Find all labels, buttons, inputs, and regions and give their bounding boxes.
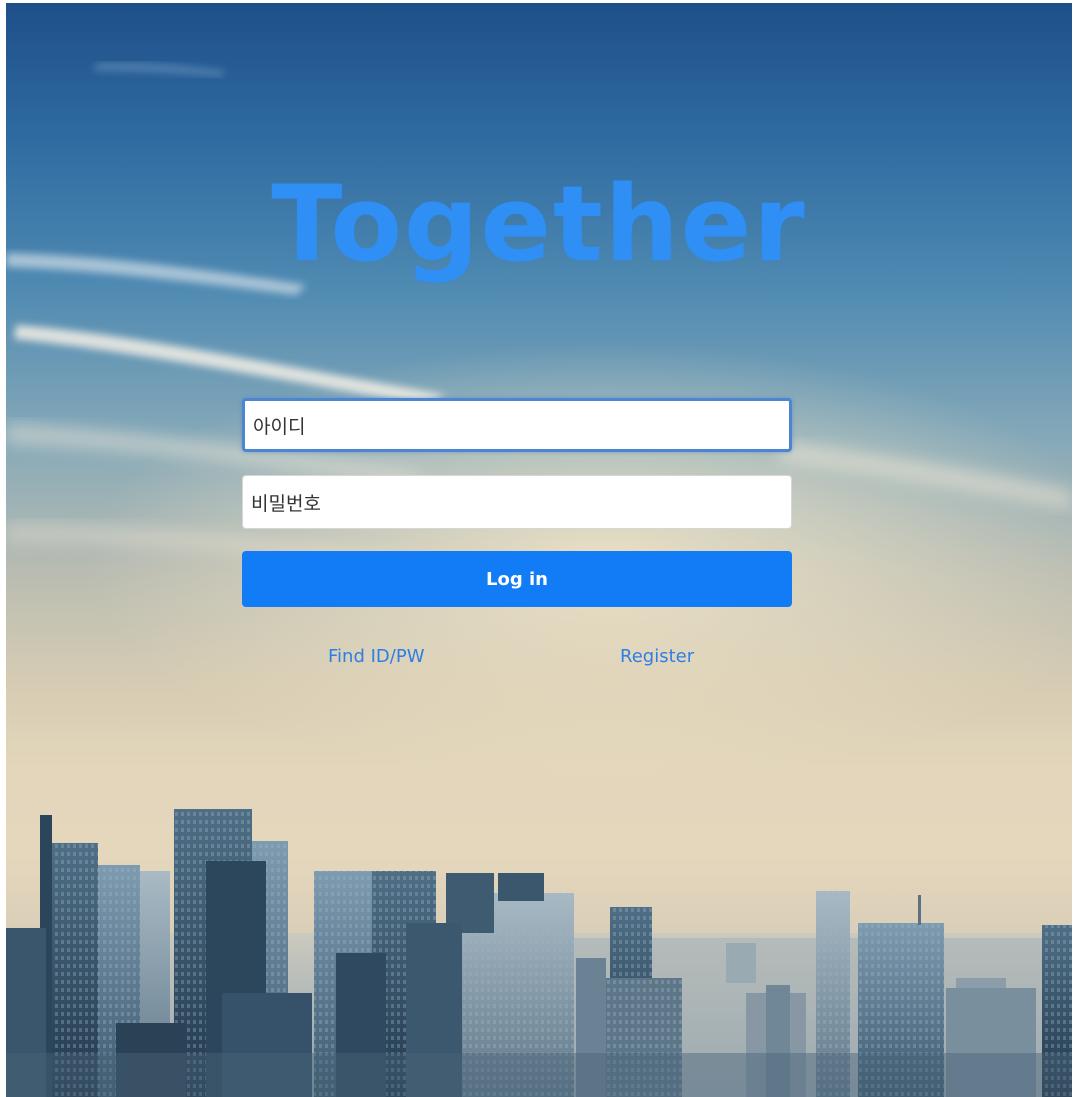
register-link[interactable]: Register [620, 646, 694, 667]
find-id-pw-link[interactable]: Find ID/PW [328, 646, 425, 667]
password-input-placeholder: 비밀번호 [251, 492, 321, 515]
background-cityscape: Together 아이디 비밀번호 Log in Find ID/PW Regi… [6, 3, 1072, 1097]
login-button[interactable]: Log in [242, 551, 792, 607]
id-input[interactable]: 아이디 [242, 398, 792, 452]
password-input[interactable]: 비밀번호 [242, 475, 792, 529]
login-button-label: Log in [486, 568, 548, 590]
app-title: Together [271, 163, 807, 285]
id-input-placeholder: 아이디 [253, 415, 306, 438]
